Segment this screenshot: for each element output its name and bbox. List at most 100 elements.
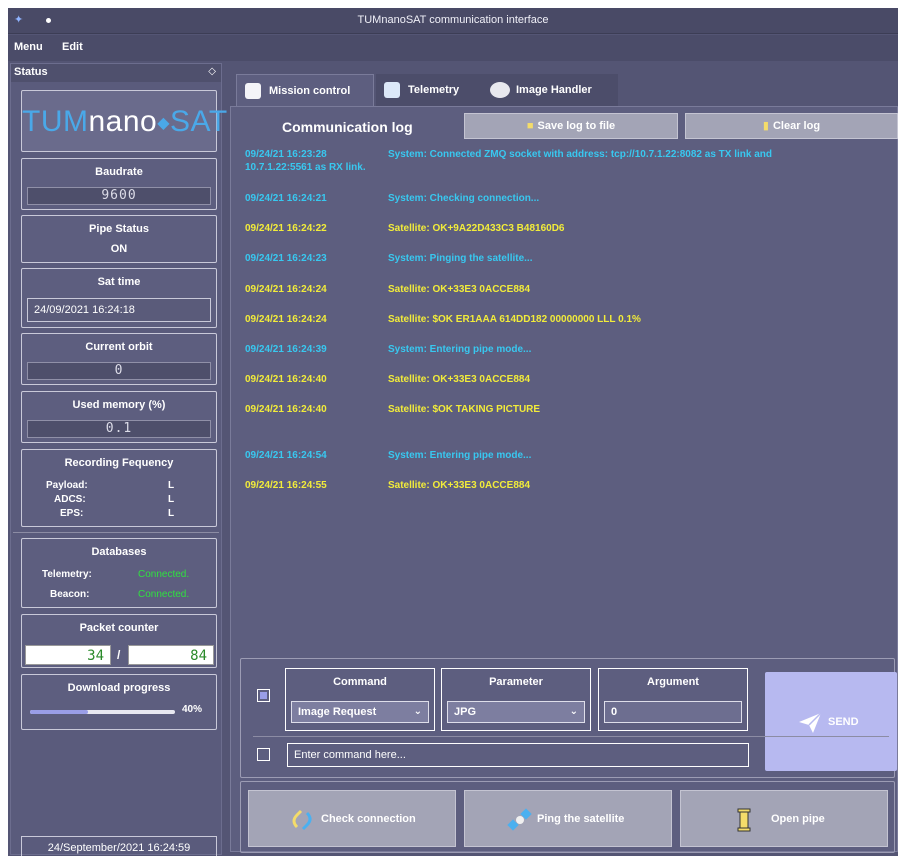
- pipe-status-value: ON: [110, 243, 128, 255]
- download-progress-box: Download progress 40%: [21, 674, 217, 730]
- used-memory-value: 0.1: [27, 420, 211, 438]
- clear-log-button[interactable]: ▮ Clear log: [685, 113, 898, 139]
- current-orbit-label: Current orbit: [85, 341, 153, 353]
- chevron-down-icon: ⌄: [569, 706, 578, 717]
- packet-counter-label: Packet counter: [79, 622, 159, 634]
- log-entry: 09/24/21 16:24:39 System: Entering pipe m…: [245, 343, 885, 357]
- log-entry: 09/24/21 16:24:24 Satellite: $OK ER1AAA 6…: [245, 313, 885, 327]
- pipe-status-label: Pipe Status: [89, 223, 149, 235]
- open-pipe-button[interactable]: Open pipe: [680, 790, 888, 847]
- download-progress-fill: [30, 710, 88, 714]
- used-memory-box: Used memory (%) 0.1: [21, 391, 217, 443]
- log-timestamp: 09/24/21 16:24:21: [245, 193, 327, 204]
- save-log-button[interactable]: ■ Save log to file: [464, 113, 678, 139]
- current-orbit-value: 0: [27, 362, 211, 380]
- db-beacon-value: Connected.: [138, 589, 190, 600]
- baudrate-value: 9600: [27, 187, 211, 205]
- log-message: System: Checking connection...: [388, 193, 540, 204]
- download-progress-label: Download progress: [67, 682, 171, 694]
- log-entry: 09/24/21 16:24:55 Satellite: OK+33E3 0ACC…: [245, 479, 885, 493]
- log-entry: 09/24/21 16:24:40 Satellite: OK+33E3 0ACC…: [245, 373, 885, 387]
- check-connection-button[interactable]: Check connection: [248, 790, 456, 847]
- tab-image-handler[interactable]: Image Handler: [484, 74, 618, 106]
- divider: [253, 736, 889, 737]
- recording-frequency-label: Recording Fequency: [64, 457, 174, 469]
- log-entry: 09/24/21 16:24:23 System: Pinging the sat…: [245, 252, 885, 266]
- used-memory-label: Used memory (%): [72, 399, 166, 411]
- log-timestamp: 09/24/21 16:24:54: [245, 450, 327, 461]
- actions-panel: Check connection Ping the satellite Open…: [240, 781, 895, 853]
- pipe-icon: [737, 808, 751, 832]
- send-icon: [799, 712, 822, 733]
- db-beacon-label: Beacon:: [50, 589, 90, 600]
- system-clock: 24/September/2021 16:24:59: [21, 836, 217, 856]
- log-timestamp: 09/24/21 16:24:40: [245, 374, 327, 385]
- telemetry-icon: [384, 82, 400, 98]
- pipe-status-box: Pipe Status ON: [21, 215, 217, 263]
- log-message: Satellite: $OK TAKING PICTURE: [388, 404, 541, 415]
- menu-item-edit[interactable]: Edit: [62, 41, 83, 53]
- argument-input[interactable]: 0: [604, 701, 742, 723]
- manual-command-checkbox[interactable]: [257, 748, 270, 761]
- baudrate-box: Baudrate 9600: [21, 158, 217, 210]
- packet-counter-box: Packet counter 34 / 84: [21, 614, 217, 668]
- log-timestamp: 09/24/21 16:24:23: [245, 253, 327, 264]
- download-progress-percent: 40%: [182, 704, 203, 715]
- main-area: Mission control Telemetry Image Handler …: [230, 63, 898, 855]
- link-icon: [292, 809, 312, 831]
- save-icon: ■: [526, 120, 534, 132]
- argument-label: Argument: [647, 676, 699, 688]
- baudrate-label: Baudrate: [95, 166, 143, 178]
- log-message: System: Entering pipe mode...: [388, 450, 532, 461]
- log-message: Satellite: $OK ER1AAA 614DD182 00000000 …: [388, 314, 641, 325]
- log-entry: 09/24/21 16:23:28 System: Connected ZMQ s…: [245, 148, 885, 176]
- log-entry: 09/24/21 16:24:21 System: Checking connec…: [245, 192, 885, 206]
- status-title: Status: [14, 66, 48, 78]
- tab-telemetry[interactable]: Telemetry: [376, 74, 484, 106]
- db-telemetry-value: Connected.: [138, 569, 190, 580]
- chevron-down-icon: ⌄: [413, 706, 422, 717]
- command-input[interactable]: Enter command here...: [287, 743, 749, 767]
- image-icon: [490, 82, 510, 98]
- log-entry: 09/24/21 16:24:54 System: Entering pipe m…: [245, 449, 885, 463]
- menu-item-menu[interactable]: Menu: [14, 41, 43, 53]
- rf-payload-value: L: [168, 480, 175, 491]
- float-panel-icon[interactable]: ◇: [208, 66, 216, 77]
- packets-total: 84: [128, 645, 214, 665]
- log-entry: 09/24/21 16:24:40 Satellite: $OK TAKING P…: [245, 403, 885, 417]
- status-panel: Status ◇ TUMnano◆SAT Baudrate 9600 Pipe …: [10, 63, 227, 856]
- logo-box: TUMnano◆SAT: [21, 90, 227, 152]
- log-timestamp: 09/24/21 16:23:28: [245, 149, 327, 160]
- command-select[interactable]: Image Request ⌄: [291, 701, 429, 723]
- send-button[interactable]: SEND: [765, 672, 897, 771]
- satellite-ping-icon: [507, 808, 532, 831]
- packet-separator: /: [117, 648, 121, 662]
- db-telemetry-label: Telemetry:: [42, 569, 92, 580]
- clear-icon: ▮: [762, 120, 769, 132]
- tab-mission-control[interactable]: Mission control: [236, 74, 374, 106]
- log-entry: 09/24/21 16:24:22 Satellite: OK+9A22D433C…: [245, 222, 885, 236]
- rf-adcs-label: ADCS:: [54, 494, 86, 505]
- log-timestamp: 09/24/21 16:24:22: [245, 223, 327, 234]
- sat-time-value: 24/09/2021 16:24:18: [27, 298, 211, 322]
- log-message: Satellite: OK+33E3 0ACCE884: [388, 284, 531, 295]
- window-title: TUMnanoSAT communication interface: [357, 14, 549, 26]
- parameter-select[interactable]: JPG ⌄: [447, 701, 585, 723]
- communication-log-title: Communication log: [282, 119, 413, 135]
- ping-satellite-button[interactable]: Ping the satellite: [464, 790, 672, 847]
- dropdown-mode-checkbox[interactable]: [257, 689, 270, 702]
- packets-received: 34: [25, 645, 111, 665]
- rf-payload-label: Payload:: [46, 480, 88, 491]
- app-window: ✦ TUMnanoSAT communication interface Men…: [8, 8, 898, 856]
- sat-time-box: Sat time 24/09/2021 16:24:18: [21, 268, 217, 328]
- rf-adcs-value: L: [168, 494, 175, 505]
- log-message: System: Pinging the satellite...: [388, 253, 533, 264]
- log-timestamp: 09/24/21 16:24:24: [245, 314, 327, 325]
- log-message: Satellite: OK+33E3 0ACCE884: [388, 480, 531, 491]
- parameter-group: Parameter JPG ⌄: [441, 668, 591, 731]
- command-label: Command: [333, 676, 387, 688]
- log-message: System: Connected ZMQ socket with addres…: [388, 149, 773, 160]
- title-bar: ✦ TUMnanoSAT communication interface: [8, 8, 898, 34]
- log-message-continuation: 10.7.1.22:5561 as RX link.: [245, 162, 366, 173]
- log-message: System: Entering pipe mode...: [388, 344, 532, 355]
